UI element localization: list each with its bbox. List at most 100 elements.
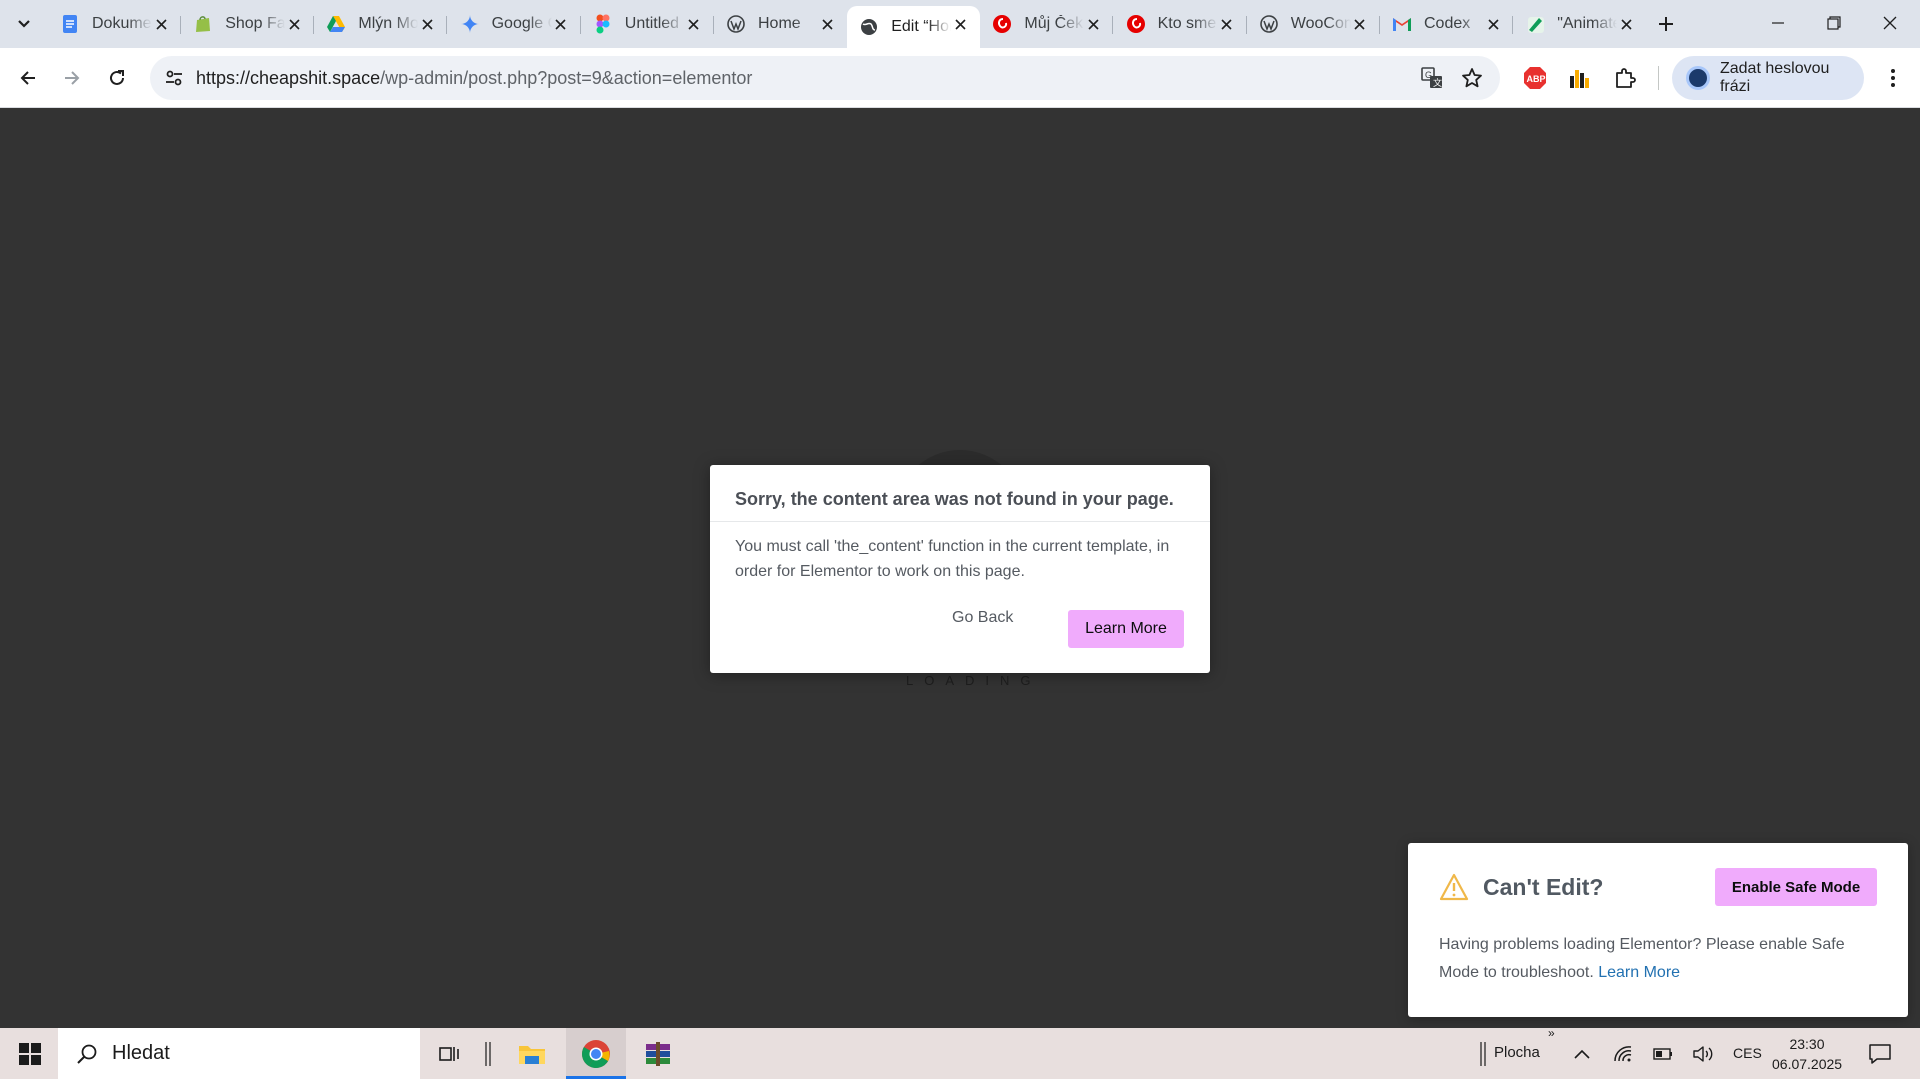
- input-language[interactable]: CES: [1733, 1045, 1762, 1061]
- warning-icon: [1439, 873, 1469, 901]
- divider-bars-icon: [485, 1041, 491, 1066]
- minimize-button[interactable]: [1750, 0, 1806, 46]
- passphrase-button[interactable]: Zadat heslovou frázi: [1672, 56, 1864, 100]
- task-view-icon: [439, 1046, 459, 1061]
- browser-tab[interactable]: Home: [714, 6, 847, 42]
- tab-close-icon[interactable]: [1485, 16, 1501, 32]
- puzzle-icon: [1616, 68, 1636, 88]
- vodafone-icon: [992, 14, 1012, 34]
- translate-button[interactable]: G文: [1420, 66, 1444, 90]
- tab-close-icon[interactable]: [1219, 16, 1235, 32]
- figma-icon: [593, 14, 613, 34]
- start-button[interactable]: [6, 1028, 54, 1079]
- browser-menu-button[interactable]: [1877, 62, 1909, 94]
- browser-tab[interactable]: Dokumenty: [48, 6, 181, 42]
- file-explorer-button[interactable]: [506, 1028, 558, 1079]
- network-button[interactable]: [1610, 1028, 1636, 1079]
- notification-center-button[interactable]: [1862, 1028, 1898, 1079]
- tab-title: Kto sme: [1157, 15, 1217, 32]
- url-path: /wp-admin/post.php?post=9&action=element…: [380, 68, 753, 88]
- tab-close-icon[interactable]: [952, 16, 968, 32]
- tab-title: Home: [758, 15, 801, 32]
- browser-tab[interactable]: WooCommerce: [1247, 6, 1380, 42]
- address-bar[interactable]: https://cheapshit.space/wp-admin/post.ph…: [150, 56, 1500, 100]
- tab-close-icon[interactable]: [1085, 16, 1101, 32]
- reload-button[interactable]: [101, 62, 133, 94]
- chrome-taskbar-button[interactable]: [566, 1028, 626, 1079]
- browser-tab[interactable]: Codex: [1380, 6, 1513, 42]
- close-window-button[interactable]: [1862, 0, 1918, 46]
- chevron-down-icon: [18, 20, 30, 28]
- tab-close-icon[interactable]: [419, 16, 435, 32]
- clock[interactable]: 23:30 06.07.2025: [1772, 1034, 1842, 1074]
- restore-button[interactable]: [1806, 0, 1862, 46]
- browser-tab[interactable]: Shop Fake: [181, 6, 315, 42]
- browser-tab[interactable]: Můj Čeká: [980, 6, 1114, 42]
- tab-title: Untitled: [624, 15, 680, 32]
- bookmark-button[interactable]: [1460, 66, 1484, 90]
- url-text[interactable]: https://cheapshit.space/wp-admin/post.ph…: [196, 68, 752, 89]
- arrow-right-icon: [65, 71, 80, 85]
- analytics-extension[interactable]: [1564, 62, 1596, 94]
- volume-button[interactable]: [1690, 1028, 1716, 1079]
- wordpress-icon: [726, 14, 746, 34]
- chevron-up-icon: [1574, 1049, 1590, 1059]
- browser-tab[interactable]: Mlýn Moravia: [314, 6, 448, 42]
- desktop-toolbar-grip: [1474, 1028, 1492, 1079]
- notice-title: Can't Edit?: [1483, 874, 1604, 900]
- extensions-button[interactable]: [1609, 62, 1641, 94]
- tab-title: Dokumenty: [92, 15, 152, 32]
- tab-close-icon[interactable]: [153, 16, 169, 32]
- browser-tab[interactable]: Google Gemini: [448, 6, 581, 42]
- translate-icon: G文: [1421, 67, 1442, 88]
- toolbar-separator: [1658, 66, 1659, 90]
- dialog-title: Sorry, the content area was not found in…: [735, 489, 1174, 509]
- winrar-taskbar-button[interactable]: [632, 1028, 684, 1079]
- chrome-icon: [582, 1039, 610, 1068]
- clock-date: 06.07.2025: [1772, 1056, 1843, 1072]
- tab-close-icon[interactable]: [553, 16, 569, 32]
- divider-bars-icon: [1480, 1041, 1486, 1066]
- back-button[interactable]: [12, 62, 44, 94]
- more-vert-icon: [1891, 69, 1895, 87]
- url-host: https://cheapshit.space: [196, 68, 381, 88]
- browser-tab[interactable]: Kto sme: [1114, 6, 1247, 42]
- bar-chart-icon: [1570, 70, 1589, 88]
- dialog-message: You must call 'the_content' function in …: [735, 538, 1170, 580]
- close-icon: [1883, 16, 1897, 30]
- adblock-plus-extension[interactable]: ABP: [1519, 62, 1551, 94]
- speaker-icon: [1693, 1045, 1713, 1062]
- restore-icon: [1827, 16, 1841, 30]
- arrow-left-icon: [20, 71, 35, 85]
- widgets-button[interactable]: [476, 1028, 500, 1079]
- notice-learn-more-link[interactable]: Learn More: [1598, 964, 1680, 981]
- search-placeholder: Hledat: [112, 1042, 170, 1064]
- tab-title: WooCommerce: [1290, 15, 1351, 32]
- learn-more-button[interactable]: Learn More: [1068, 610, 1184, 648]
- battery-button[interactable]: [1650, 1028, 1676, 1079]
- clock-time: 23:30: [1789, 1036, 1825, 1052]
- go-back-button[interactable]: Go Back: [952, 609, 1013, 627]
- show-hidden-icons-button[interactable]: [1570, 1028, 1594, 1079]
- new-tab-button[interactable]: [1652, 10, 1680, 38]
- tab-close-icon[interactable]: [1618, 16, 1634, 32]
- tab-close-icon[interactable]: [819, 16, 835, 32]
- task-view-button[interactable]: [428, 1028, 472, 1079]
- chat-bubble-icon: [1869, 1043, 1891, 1064]
- tab-close-icon[interactable]: [1352, 16, 1368, 32]
- toolbar-overflow-icon[interactable]: »: [1548, 1026, 1555, 1040]
- tab-close-icon[interactable]: [686, 16, 702, 32]
- browser-tab[interactable]: "Animate: [1513, 6, 1646, 42]
- taskbar-search[interactable]: Hledat: [58, 1028, 420, 1079]
- tab-title: "Animate: [1557, 15, 1618, 32]
- forward-button[interactable]: [56, 62, 88, 94]
- tab-close-icon[interactable]: [286, 16, 302, 32]
- desktop-toolbar-label[interactable]: Plocha: [1494, 1044, 1540, 1061]
- tune-icon: [166, 70, 182, 86]
- tab-search-button[interactable]: [10, 10, 38, 38]
- browser-tab[interactable]: Edit “Home”: [847, 6, 981, 48]
- site-info-button[interactable]: [162, 66, 186, 90]
- tab-title: Mlýn Moravia: [358, 15, 419, 32]
- enable-safe-mode-button[interactable]: Enable Safe Mode: [1715, 868, 1877, 906]
- browser-tab[interactable]: Untitled: [581, 6, 714, 42]
